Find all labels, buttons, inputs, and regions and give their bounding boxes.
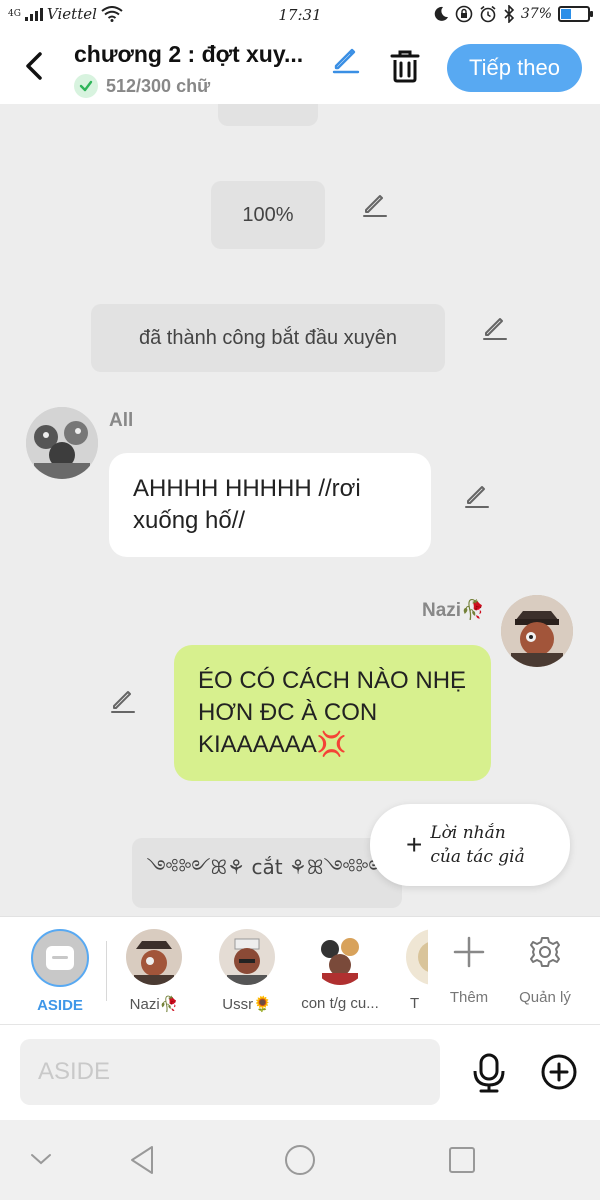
add-circle-icon[interactable] xyxy=(540,1053,578,1091)
character-partial[interactable]: T xyxy=(388,929,428,1012)
moon-icon xyxy=(434,6,448,21)
aside-bubble-cut[interactable]: ༺༻ꕤ⚘ cắt ⚘ꕤ༺༻ xyxy=(132,838,402,908)
chapter-title: chương 2 : đợt xuy... xyxy=(74,41,304,67)
manage-button[interactable]: Quản lý xyxy=(510,929,580,1006)
word-count: 512/300 chữ xyxy=(106,75,211,96)
character-label: con t/g cu... xyxy=(301,995,379,1012)
character-avatar xyxy=(406,929,428,985)
plus-icon xyxy=(446,929,492,975)
nav-back-icon[interactable] xyxy=(128,1144,156,1176)
next-button[interactable]: Tiếp theo xyxy=(447,44,582,92)
chat-area: 100% đã thành công bắt đầu xuyên All AHH… xyxy=(0,104,600,916)
author-note-button[interactable]: + Lời nhắn của tác giả xyxy=(370,804,570,886)
divider xyxy=(106,941,107,1001)
aside-bubble-percent[interactable]: 100% xyxy=(211,181,325,249)
character-label: Ussr🌻 xyxy=(222,996,272,1013)
gear-icon xyxy=(522,929,568,975)
manage-label: Quản lý xyxy=(519,989,571,1006)
system-nav-bar xyxy=(0,1120,600,1200)
character-avatar xyxy=(312,929,368,985)
character-nazi[interactable]: Nazi🥀 xyxy=(109,929,199,1013)
character-label: ASIDE xyxy=(37,997,83,1014)
alarm-icon xyxy=(480,5,496,23)
character-ussr[interactable]: Ussr🌻 xyxy=(202,929,292,1013)
avatar-nazi[interactable] xyxy=(501,595,573,667)
chevron-down-icon[interactable] xyxy=(30,1152,52,1166)
speaker-name: Nazi🥀 xyxy=(422,600,485,621)
input-bar xyxy=(0,1024,600,1120)
character-label: T xyxy=(410,995,420,1012)
status-right: 37% xyxy=(433,5,593,23)
character-aside[interactable]: ASIDE xyxy=(15,929,105,1014)
add-character-button[interactable]: Thêm xyxy=(434,929,504,1006)
nav-recents-icon[interactable] xyxy=(448,1146,476,1174)
nav-home-icon[interactable] xyxy=(284,1144,316,1176)
edit-pencil-icon[interactable] xyxy=(481,313,509,341)
add-label: Thêm xyxy=(449,989,489,1006)
message-input[interactable] xyxy=(20,1039,440,1105)
status-bar: 4G Viettel 17:31 37% xyxy=(0,0,600,30)
edit-title-pencil-icon[interactable] xyxy=(330,42,362,74)
check-icon xyxy=(74,74,98,98)
aside-bubble-partial[interactable] xyxy=(218,104,318,126)
edit-pencil-icon[interactable] xyxy=(361,190,389,218)
character-bar: ASIDE Nazi🥀 Ussr🌻 con t/g cu... T Thêm Q… xyxy=(0,916,600,1024)
author-note-line1: Lời nhắn xyxy=(430,823,506,843)
plus-icon: + xyxy=(406,829,423,860)
avatar-all[interactable] xyxy=(26,407,98,479)
character-avatar xyxy=(219,929,275,985)
trash-icon[interactable] xyxy=(388,48,422,84)
battery-icon xyxy=(558,6,593,22)
speaker-name: All xyxy=(109,410,134,431)
character-author[interactable]: con t/g cu... xyxy=(295,929,385,1012)
edit-pencil-icon[interactable] xyxy=(109,686,137,714)
message-bubble[interactable]: ÉO CÓ CÁCH NÀO NHẸ HƠN ĐC À CON KIAAAAAA… xyxy=(174,645,491,781)
word-count-row: 512/300 chữ xyxy=(74,74,210,98)
battery-fill xyxy=(561,9,571,19)
character-label: Nazi🥀 xyxy=(129,996,179,1013)
battery-percent: 37% xyxy=(520,6,552,22)
microphone-icon[interactable] xyxy=(470,1053,508,1093)
aside-bubble-success[interactable]: đã thành công bắt đầu xuyên xyxy=(91,304,445,372)
author-note-line2: của tác giả xyxy=(430,847,525,867)
bluetooth-icon xyxy=(504,5,515,23)
edit-pencil-icon[interactable] xyxy=(463,481,491,509)
character-avatar xyxy=(126,929,182,985)
message-bubble[interactable]: AHHHH HHHHH //rơi xuống hố// xyxy=(109,453,431,557)
aside-icon xyxy=(31,929,89,987)
back-arrow-icon[interactable] xyxy=(20,48,52,84)
rotation-lock-icon xyxy=(455,5,473,23)
app-header: chương 2 : đợt xuy... 512/300 chữ Tiếp t… xyxy=(0,30,600,104)
author-note-label: Lời nhắn của tác giả xyxy=(430,821,524,869)
